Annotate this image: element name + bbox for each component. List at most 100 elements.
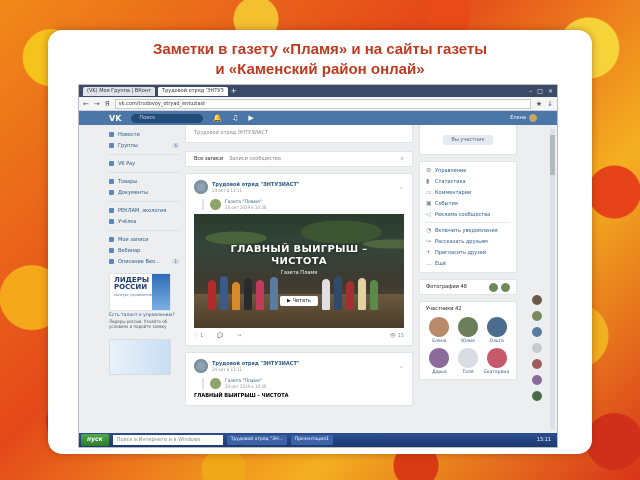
post-header: Трудовой отряд "ЭНТУЗИАСТ" 24 окт в 13:1… xyxy=(194,359,404,373)
close-icon[interactable]: × xyxy=(548,88,553,95)
action-more[interactable]: … Ещё xyxy=(426,258,510,269)
action-events[interactable]: ▣ События xyxy=(426,198,510,209)
member-status-button[interactable]: Вы участник xyxy=(443,134,493,145)
member-item[interactable]: Дарья xyxy=(426,348,453,375)
post-photo[interactable]: ГЛАВНЫЙ ВЫИГРЫШ – ЧИСТОТА Газета Пламя ▶… xyxy=(194,214,404,328)
photo-thumbnail[interactable] xyxy=(501,282,510,292)
menu-item-my-posts[interactable]: Мои записи xyxy=(109,234,179,245)
menu-item-description[interactable]: Описание Вео... 1 xyxy=(109,256,179,267)
avatar[interactable] xyxy=(210,378,221,389)
url-field[interactable]: vk.com/trudovoy_otryad_entuziast xyxy=(114,98,531,109)
download-icon[interactable]: ↓ xyxy=(547,100,553,108)
ad-block[interactable]: ЛИДЕРЫ РОССИИ конкурс управленцев Есть та… xyxy=(109,273,179,329)
members-title[interactable]: Участники 42 xyxy=(426,306,510,312)
search-icon[interactable]: ⌕ xyxy=(401,155,404,163)
member-item[interactable]: Екатерина xyxy=(483,348,510,375)
action-invite[interactable]: + Пригласить друзей xyxy=(426,247,510,258)
yandex-icon[interactable]: Я xyxy=(105,100,110,108)
play-icon[interactable]: ▶ xyxy=(248,114,253,122)
member-item[interactable]: Ольга xyxy=(483,317,510,344)
post-date[interactable]: 24 окт в 13:11 xyxy=(212,367,299,372)
avatar xyxy=(457,317,478,337)
photo-person xyxy=(244,278,252,310)
page-scrollbar[interactable] xyxy=(550,129,555,429)
ad-image-2[interactable] xyxy=(109,339,171,375)
share-icon[interactable]: ↪ xyxy=(238,333,242,339)
photo-subtitle: Газета Пламя xyxy=(280,270,318,276)
menu-item-news[interactable]: Новости xyxy=(109,129,179,140)
action-stats[interactable]: ▮ Статистика xyxy=(426,176,510,187)
group-name[interactable]: Трудовой отряд "ЭНТУЗИАСТ" xyxy=(212,182,299,188)
action-share[interactable]: ↪ Рассказать друзьям xyxy=(426,236,510,247)
action-ads[interactable]: ◁ Реклама сообщества xyxy=(426,209,510,220)
chevron-down-icon[interactable]: ⌄ xyxy=(399,363,404,370)
menu-divider xyxy=(426,222,510,223)
menu-item-goods[interactable]: Товары xyxy=(109,176,179,187)
members-box: Участники 42 Елена Юлия Ольга Дарья Толя… xyxy=(419,301,517,380)
back-icon[interactable]: ← xyxy=(83,100,89,108)
chevron-down-icon[interactable]: ⌄ xyxy=(399,184,404,191)
browser-tab[interactable]: (VK) Моя Группа | ВКонт xyxy=(83,86,156,96)
action-notifications[interactable]: ◔ Включить уведомления xyxy=(426,225,510,236)
menu-item-vkpay[interactable]: VK Pay xyxy=(109,158,179,169)
avatar[interactable] xyxy=(210,199,221,210)
avatar[interactable] xyxy=(532,359,542,369)
post-date[interactable]: 24 окт в 13:11 xyxy=(212,188,299,193)
photo-person xyxy=(334,276,342,310)
menu-item-ads[interactable]: РЕКЛАМ. экология xyxy=(109,205,179,216)
vk-logo[interactable]: VK xyxy=(109,114,121,123)
menu-label: Мои записи xyxy=(118,236,149,243)
comment-icon: ▭ xyxy=(426,189,432,196)
member-item[interactable]: Юлия xyxy=(455,317,482,344)
action-comments[interactable]: ▭ Комментарии xyxy=(426,187,510,198)
slide-title: Заметки в газету «Пламя» и на сайты газе… xyxy=(0,40,640,80)
avatar[interactable] xyxy=(532,327,542,337)
start-button[interactable]: пуск xyxy=(81,434,109,446)
like-button[interactable]: ♡ 1 xyxy=(194,333,203,339)
menu-item-groups[interactable]: Группы 6 xyxy=(109,140,179,151)
vk-user-menu[interactable]: Елена xyxy=(510,114,557,122)
music-icon[interactable]: ♫ xyxy=(232,114,238,122)
action-manage[interactable]: ⚙ Управление xyxy=(426,165,510,176)
member-name: Елена xyxy=(432,339,447,344)
taskbar-item[interactable]: Презентация1 xyxy=(290,435,333,445)
filter-all-posts[interactable]: Все записи xyxy=(194,156,223,162)
member-item[interactable]: Толя xyxy=(455,348,482,375)
ads-icon xyxy=(109,208,114,213)
scroll-thumb[interactable] xyxy=(550,135,555,175)
avatar[interactable] xyxy=(532,375,542,385)
repost-source[interactable]: Газета "Пламя" xyxy=(225,200,266,205)
browser-tab-active[interactable]: Трудовой отряд 'ЭНТУЗ xyxy=(158,86,228,96)
menu-item-webinar[interactable]: Вебинар xyxy=(109,245,179,256)
photo-person xyxy=(322,279,330,310)
repost-source[interactable]: Газета "Пламя" xyxy=(225,379,266,384)
read-article-button[interactable]: ▶ Читать xyxy=(280,296,318,306)
maximize-icon[interactable]: □ xyxy=(537,88,543,95)
bookmark-icon[interactable]: ★ xyxy=(536,100,542,108)
notifications-icon[interactable]: 🔔 xyxy=(213,114,222,122)
avatar[interactable] xyxy=(194,180,208,194)
taskbar-search-input[interactable]: Поиск в Интернете и в Windows xyxy=(112,435,223,445)
vk-search-input[interactable]: Поиск xyxy=(131,113,204,123)
menu-label: Описание Вео... xyxy=(118,258,160,265)
avatar[interactable] xyxy=(532,295,542,305)
taskbar-item[interactable]: Трудовой отряд "ЭН... xyxy=(226,435,287,445)
group-name[interactable]: Трудовой отряд "ЭНТУЗИАСТ" xyxy=(212,361,299,367)
photo-thumbnail[interactable] xyxy=(489,282,498,292)
menu-item-study[interactable]: Учёлка xyxy=(109,216,179,227)
avatar[interactable] xyxy=(532,391,542,401)
photos-box[interactable]: Фотографии 48 xyxy=(419,279,517,295)
action-label: Пригласить друзей xyxy=(435,249,487,256)
new-tab-icon[interactable]: + xyxy=(231,87,237,96)
avatar[interactable] xyxy=(532,343,542,353)
comment-icon[interactable]: 💬 xyxy=(217,333,223,339)
menu-item-documents[interactable]: Документы xyxy=(109,187,179,198)
ad-description: Лидеры россии. Узнайте об условиях и под… xyxy=(109,319,168,329)
avatar[interactable] xyxy=(194,359,208,373)
minimize-icon[interactable]: – xyxy=(529,88,532,95)
avatar[interactable] xyxy=(532,311,542,321)
forward-icon[interactable]: → xyxy=(94,100,100,108)
member-item[interactable]: Елена xyxy=(426,317,453,344)
filter-owner-posts[interactable]: Записи сообщества xyxy=(229,156,281,162)
browser-tab-bar: (VK) Моя Группа | ВКонт Трудовой отряд '… xyxy=(79,85,557,97)
